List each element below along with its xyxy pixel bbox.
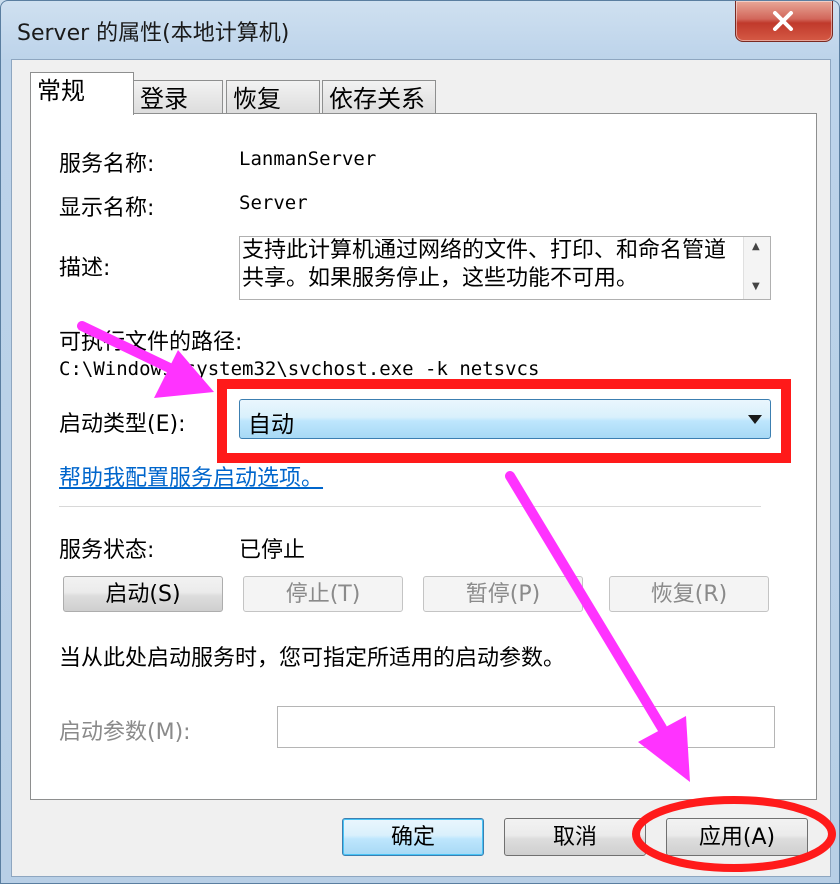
service-status-value: 已停止 — [239, 538, 306, 563]
pause-button[interactable]: 暂停(P) — [423, 576, 583, 612]
resume-button[interactable]: 恢复(R) — [609, 576, 769, 612]
service-name-label: 服务名称: — [59, 152, 155, 177]
chevron-down-icon — [748, 415, 762, 424]
tab-logon[interactable]: 登录 — [133, 80, 223, 114]
help-configure-link[interactable]: 帮助我配置服务启动选项。 — [59, 460, 323, 492]
start-params-input[interactable] — [277, 706, 775, 748]
exe-path-label: 可执行文件的路径: — [59, 330, 243, 355]
title-bar[interactable]: Server 的属性(本地计算机) — [1, 1, 840, 57]
description-text: 支持此计算机通过网络的文件、打印、和命名管道共享。如果服务停止，这些功能不可用。 — [242, 238, 727, 291]
start-params-hint: 当从此处启动服务时，您可指定所适用的启动参数。 — [59, 646, 566, 671]
scroll-down-icon[interactable]: ▼ — [752, 281, 760, 292]
apply-button[interactable]: 应用(A) — [666, 818, 808, 856]
cancel-button[interactable]: 取消 — [504, 818, 646, 856]
scroll-up-icon[interactable]: ▲ — [752, 241, 760, 252]
exe-path-value: C:\Windows\system32\svchost.exe -k netsv… — [59, 358, 540, 380]
description-scrollbar[interactable]: ▲ ▼ — [743, 237, 770, 299]
close-icon — [773, 11, 793, 31]
description-box[interactable]: 支持此计算机通过网络的文件、打印、和命名管道共享。如果服务停止，这些功能不可用。… — [239, 236, 771, 300]
divider — [59, 506, 761, 507]
start-button[interactable]: 启动(S) — [63, 576, 223, 612]
stop-button[interactable]: 停止(T) — [243, 576, 403, 612]
ok-button[interactable]: 确定 — [342, 818, 484, 856]
startup-type-label: 启动类型(E): — [59, 412, 186, 437]
startup-type-value: 自动 — [248, 412, 294, 438]
properties-window: Server 的属性(本地计算机) 常规 登录 恢复 依存关系 服务名称: La… — [0, 0, 840, 884]
service-name-value: LanmanServer — [239, 148, 377, 170]
tab-recovery[interactable]: 恢复 — [226, 80, 320, 114]
window-title: Server 的属性(本地计算机) — [17, 21, 290, 46]
dialog-client-area: 常规 登录 恢复 依存关系 服务名称: LanmanServer 显示名称: S… — [11, 59, 831, 877]
description-label: 描述: — [59, 256, 111, 281]
general-panel: 服务名称: LanmanServer 显示名称: Server 描述: 支持此计… — [30, 113, 817, 800]
display-name-value: Server — [239, 192, 308, 214]
startup-type-select[interactable]: 自动 — [239, 399, 771, 439]
tab-general[interactable]: 常规 — [30, 72, 134, 115]
close-button[interactable] — [735, 1, 833, 42]
start-params-label: 启动参数(M): — [59, 720, 191, 745]
tab-dependencies[interactable]: 依存关系 — [322, 80, 436, 114]
display-name-label: 显示名称: — [59, 196, 155, 221]
service-status-label: 服务状态: — [59, 538, 155, 563]
